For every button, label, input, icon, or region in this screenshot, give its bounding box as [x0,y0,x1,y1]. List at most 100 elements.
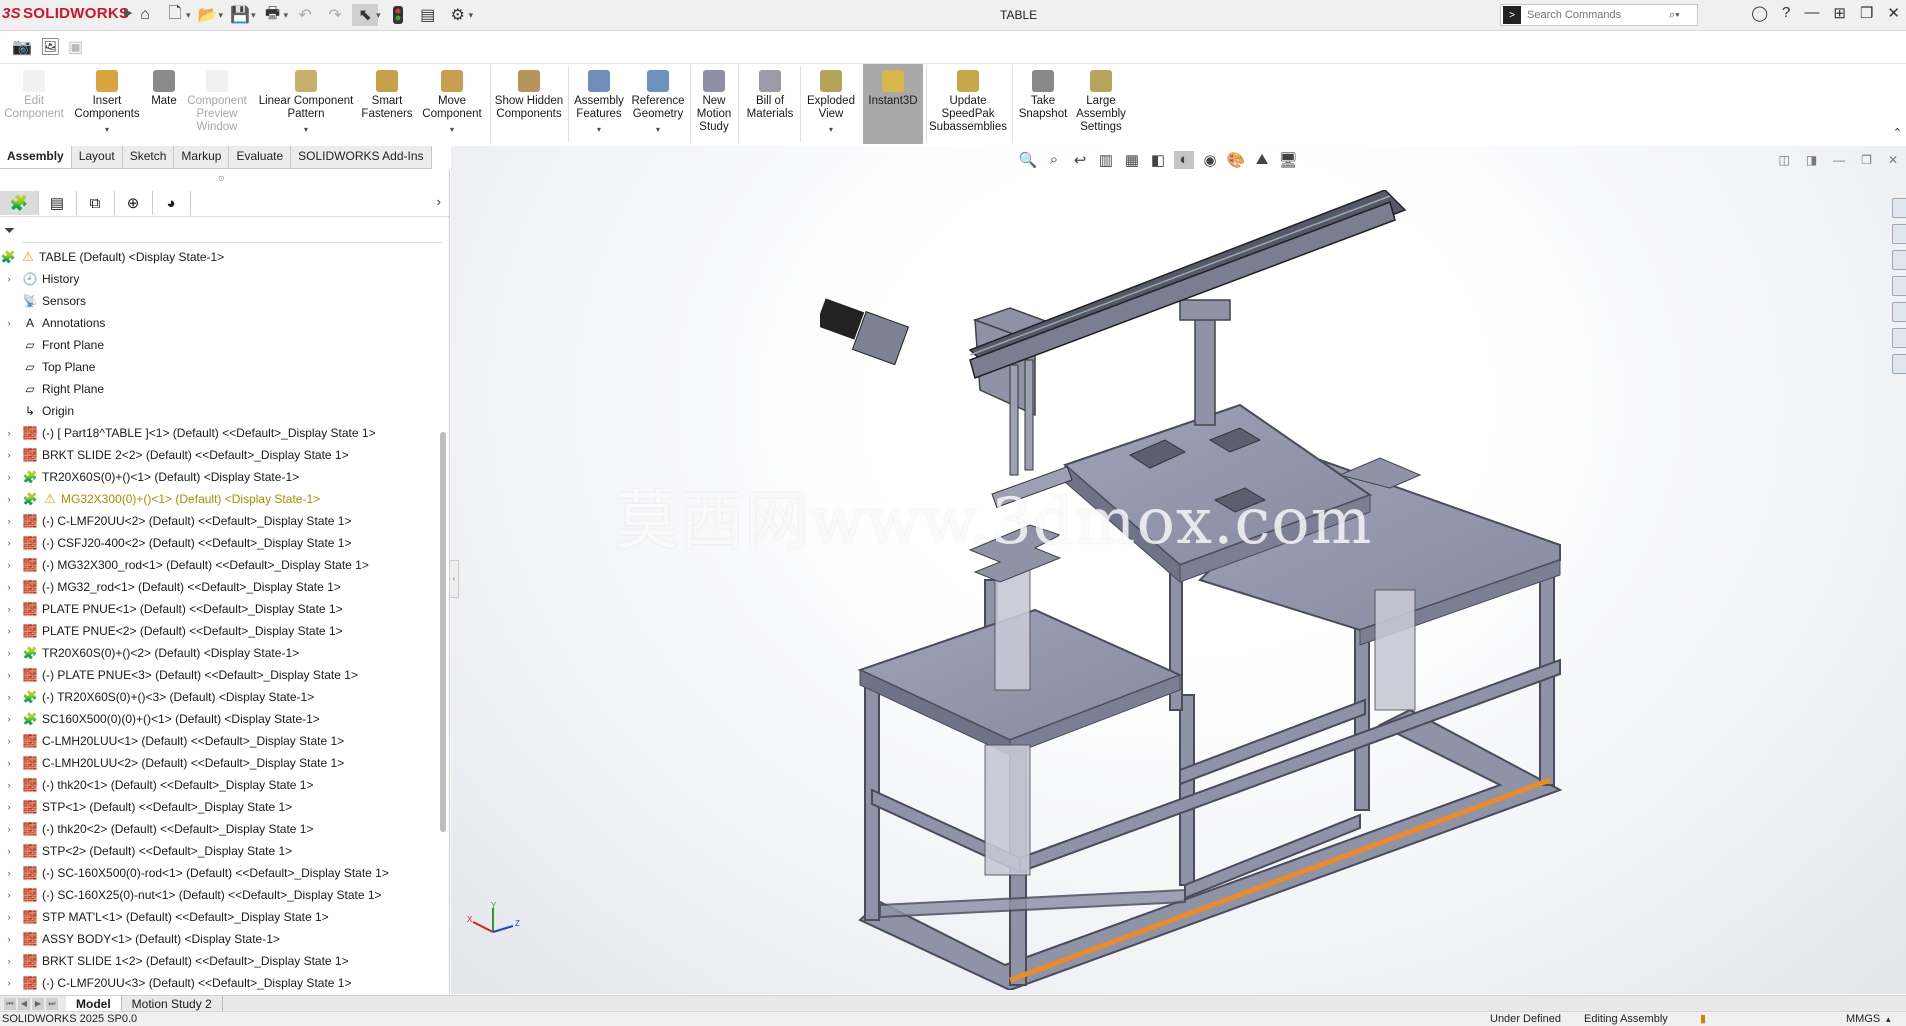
tab-sketch[interactable]: Sketch [122,146,175,168]
tree-item[interactable]: › 🧱 PLATE PNUE<2> (Default) <<Default>_Dis… [0,620,440,642]
display-style-icon[interactable]: ◐ [1174,151,1194,169]
smart-fasteners-button[interactable]: Smart Fasteners [360,64,414,144]
previous-view-icon[interactable]: ↩ [1070,151,1090,169]
expand-arrow-icon[interactable]: › [4,714,14,724]
tree-item[interactable]: › 🧱 PLATE PNUE<1> (Default) <<Default>_Dis… [0,598,440,620]
expand-arrow-icon[interactable]: › [4,802,14,812]
tree-item[interactable]: › 🧱 C-LMH20LUU<2> (Default) <<Default>_Dis… [0,752,440,774]
tree-item[interactable]: › 🧱 STP MAT'L<1> (Default) <<Default>_Disp… [0,906,440,928]
select-icon[interactable]: ⬉ [352,4,379,26]
tree-scrollbar[interactable] [440,432,446,832]
expand-arrow-icon[interactable]: › [4,560,14,570]
viewport-restore-icon[interactable]: ❐ [1861,153,1872,167]
tree-item[interactable]: › 🧱 (-) thk20<2> (Default) <<Default>_Disp… [0,818,440,840]
section-view-icon[interactable]: ▥ [1096,151,1116,169]
redo-icon[interactable]: ↷ [322,4,348,26]
tree-item[interactable]: › 🧩 TR20X60S(0)+()<1> (Default) <Display S… [0,466,440,488]
expand-arrow-icon[interactable]: › [4,428,14,438]
linear-component-pattern-button[interactable]: Linear Component Pattern ▾ [254,64,358,144]
search-commands[interactable]: > ⌕▾ [1500,4,1698,26]
tab-add-ins[interactable]: SOLIDWORKS Add-Ins [291,146,432,168]
assembly-3d-model[interactable] [820,190,1580,990]
instant3d-button[interactable]: Instant3D [863,64,923,144]
tree-item[interactable]: › 🧱 (-) C-LMF20UU<2> (Default) <<Default>_… [0,510,440,532]
expand-arrow-icon[interactable]: › [4,978,14,988]
chevron-down-icon[interactable]: ▾ [656,123,660,136]
tab-layout[interactable]: Layout [71,146,123,168]
chevron-down-icon[interactable]: ▾ [597,123,601,136]
chevron-down-icon[interactable]: ▾ [219,10,224,21]
prev-tab-icon[interactable]: ◀ [18,998,30,1010]
expand-arrow-icon[interactable]: › [4,956,14,966]
viewport-tile-2-icon[interactable]: ◨ [1806,153,1817,167]
exploded-view-button[interactable]: Exploded View ▾ [804,64,858,144]
dimxpertmanager-tab[interactable]: ⊕ [114,191,153,215]
open-icon[interactable]: 📂 [195,4,221,26]
user-account-icon[interactable]: ◯ [1751,4,1768,22]
expand-arrow-icon[interactable]: › [4,274,14,284]
tree-item[interactable]: › A Annotations [0,312,440,334]
expand-arrow-icon[interactable]: › [4,516,14,526]
hide-show-items-icon[interactable]: ◉ [1200,151,1220,169]
tree-item[interactable]: ▱ Front Plane [0,334,440,356]
component-preview-window-button[interactable]: Component Preview Window [184,64,250,144]
tree-item[interactable]: › 🕘 History [0,268,440,290]
tree-item[interactable]: › 🧱 (-) SC-160X500(0)-rod<1> (Default) <<D… [0,862,440,884]
expand-arrow-icon[interactable]: › [4,824,14,834]
mate-button[interactable]: Mate [146,64,182,144]
tree-item[interactable]: › 🧱 (-) C-LMF20UU<3> (Default) <<Default>_… [0,972,440,994]
disabled-tool-icon[interactable]: ▣ [68,37,83,57]
tree-item[interactable]: › 🧩 TR20X60S(0)+()<2> (Default) <Display S… [0,642,440,664]
expand-arrow-icon[interactable]: › [4,692,14,702]
tree-item[interactable]: › 🧩 ⚠ MG32X300(0)+()<1> (Default) <Display … [0,488,440,510]
expand-arrow-icon[interactable]: › [4,736,14,746]
expand-arrow-icon[interactable]: › [4,780,14,790]
chevron-down-icon[interactable]: ▾ [105,123,109,136]
tab-model[interactable]: Model [66,996,122,1012]
close-icon[interactable]: ✕ [1887,4,1900,22]
help-icon[interactable]: ? [1782,4,1790,22]
units-selector[interactable]: MMGS [1846,1012,1880,1026]
chevron-up-icon[interactable]: ▴ [1886,1012,1891,1026]
home-icon[interactable]: ⌂ [132,4,158,26]
expand-arrow-icon[interactable]: › [4,626,14,636]
apply-scene-icon[interactable]: ⛰ [1252,151,1272,169]
viewport-minimize-icon[interactable]: — [1833,153,1845,167]
restore-icon[interactable]: ❐ [1860,4,1873,22]
bill-of-materials-button[interactable]: Bill of Materials [742,64,798,144]
custom-properties-icon[interactable] [1892,354,1906,374]
rebuild-status-icon[interactable]: ▮ [1700,1012,1706,1026]
undo-icon[interactable]: ↶ [292,4,318,26]
expand-arrow-icon[interactable]: › [4,934,14,944]
save-icon[interactable]: 💾 [227,4,253,26]
tree-item[interactable]: › 🧩 SC160X500(0)(0)+()<1> (Default) <Displ… [0,708,440,730]
tree-item[interactable]: › 🧱 BRKT SLIDE 1<2> (Default) <<Default>_D… [0,950,440,972]
take-snapshot-button[interactable]: Take Snapshot [1016,64,1070,144]
viewport-tile-icon[interactable]: ◫ [1778,153,1789,167]
update-speedpak-button[interactable]: Update SpeedPak Subassemblies [928,64,1008,144]
featuremanager-tab[interactable]: 🧩 [0,191,39,215]
chevron-down-icon[interactable]: ▾ [829,123,833,136]
tab-evaluate[interactable]: Evaluate [229,146,292,168]
zoom-to-area-icon[interactable]: ⌕ [1044,151,1064,169]
expand-arrow-icon[interactable]: › [4,494,14,504]
insert-components-button[interactable]: Insert Components ▾ [70,64,144,144]
tree-item[interactable]: › 🧱 ASSY BODY<1> (Default) <Display State-… [0,928,440,950]
edit-appearance-icon[interactable]: 🎨 [1226,151,1246,169]
expand-arrow-icon[interactable]: › [4,868,14,878]
large-assembly-settings-button[interactable]: Large Assembly Settings [1072,64,1130,144]
reference-geometry-button[interactable]: Reference Geometry ▾ [628,64,688,144]
filter-field[interactable] [22,242,442,243]
configurationmanager-tab[interactable]: ⧉ [76,191,115,215]
minimize-icon[interactable]: — [1804,4,1819,22]
tab-assembly[interactable]: Assembly [0,146,72,168]
tree-item[interactable]: › 🧱 STP<1> (Default) <<Default>_Display St… [0,796,440,818]
chevron-down-icon[interactable]: ▾ [450,123,454,136]
tree-item[interactable]: › 🧱 (-) thk20<1> (Default) <<Default>_Disp… [0,774,440,796]
move-component-button[interactable]: Move Component ▾ [418,64,486,144]
tree-item[interactable]: › 🧱 C-LMH20LUU<1> (Default) <<Default>_Dis… [0,730,440,752]
collapse-ribbon-icon[interactable]: ⌃ [1893,126,1902,139]
propertymanager-tab[interactable]: ▤ [38,191,77,215]
snapshot-view-icon[interactable]: 🖼 [40,37,60,57]
expand-arrow-icon[interactable]: › [4,450,14,460]
